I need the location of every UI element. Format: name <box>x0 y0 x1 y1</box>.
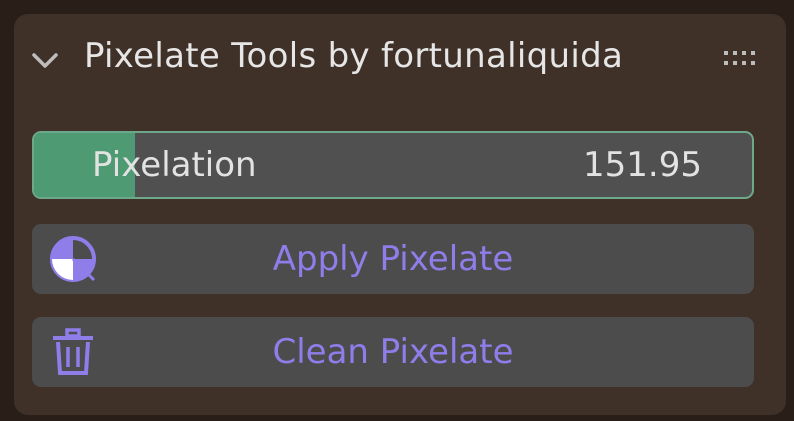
drag-handle-icon[interactable] <box>722 48 758 68</box>
panel-header[interactable]: Pixelate Tools by fortunaliquida <box>14 14 786 104</box>
pixelation-value: 151.95 <box>583 145 702 185</box>
chevron-down-icon[interactable] <box>30 50 60 72</box>
clean-pixelate-button[interactable]: Clean Pixelate <box>32 317 754 387</box>
apply-pixelate-button[interactable]: Apply Pixelate <box>32 224 754 294</box>
apply-pixelate-label: Apply Pixelate <box>272 239 514 279</box>
panel-title: Pixelate Tools by fortunaliquida <box>84 36 624 76</box>
pixelate-tools-panel: Pixelate Tools by fortunaliquida Pixelat… <box>14 14 786 415</box>
pixelation-label: Pixelation <box>92 145 257 185</box>
pixelation-slider[interactable]: Pixelation 151.95 <box>32 131 754 199</box>
clean-pixelate-label: Clean Pixelate <box>272 332 514 372</box>
app-window: Pixelate Tools by fortunaliquida Pixelat… <box>0 0 794 421</box>
